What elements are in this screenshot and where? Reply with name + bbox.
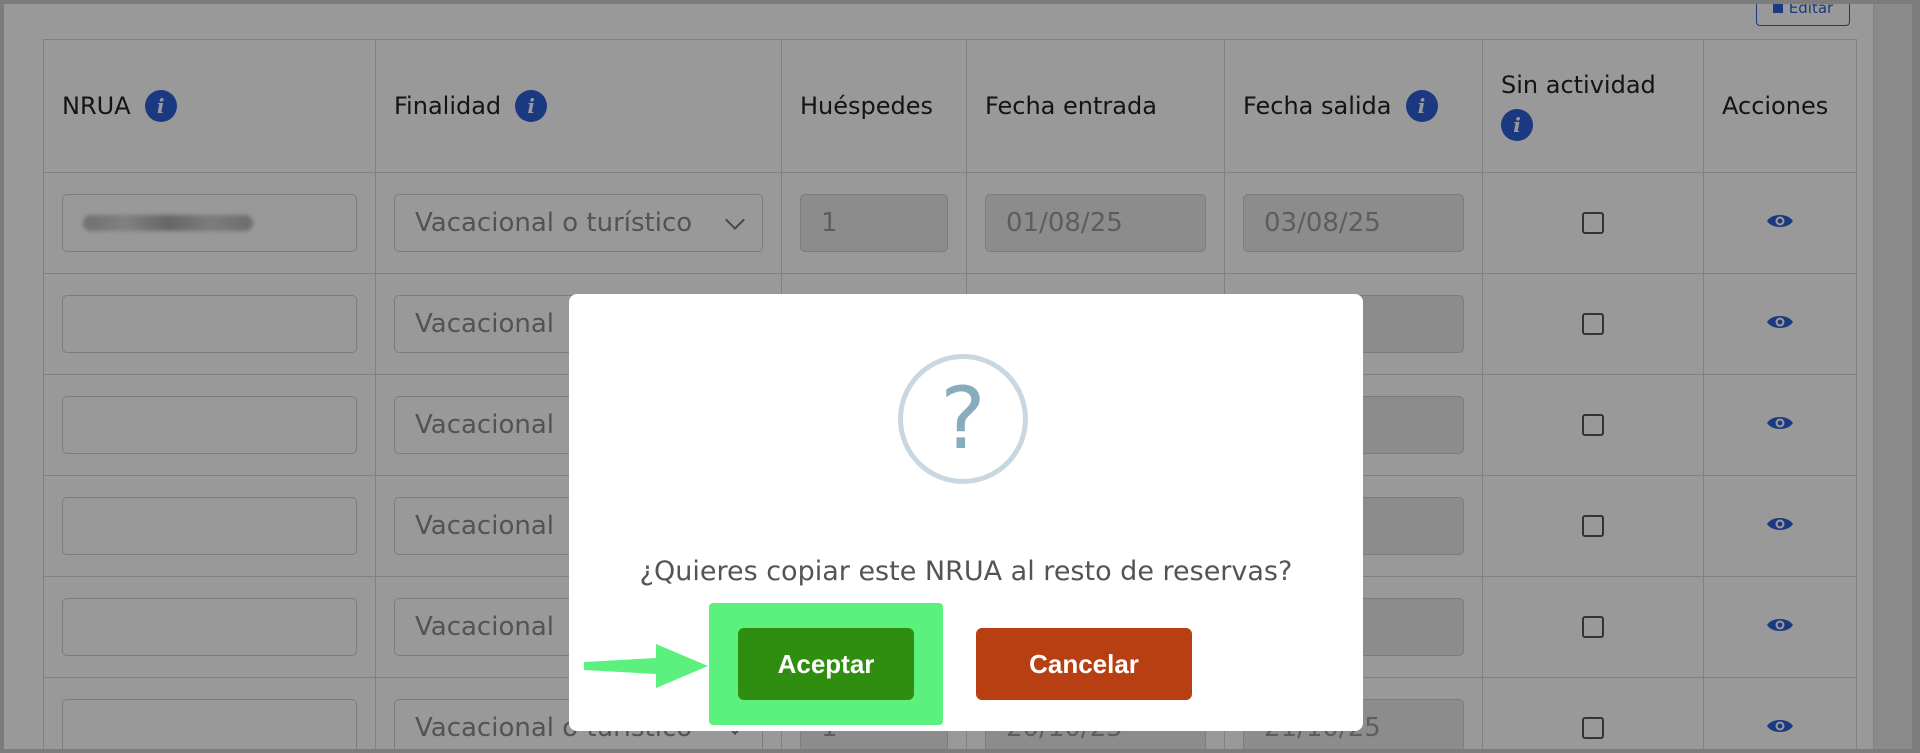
app-frame: Editar NRUA i Finalidad i Huéspedes Fech… — [4, 4, 1912, 749]
question-icon: ? — [898, 354, 1028, 484]
arrow-pointer-icon — [584, 644, 708, 688]
cancel-button[interactable]: Cancelar — [976, 628, 1192, 700]
accept-button[interactable]: Aceptar — [738, 628, 914, 700]
dialog-message: ¿Quieres copiar este NRUA al resto de re… — [639, 556, 1293, 587]
